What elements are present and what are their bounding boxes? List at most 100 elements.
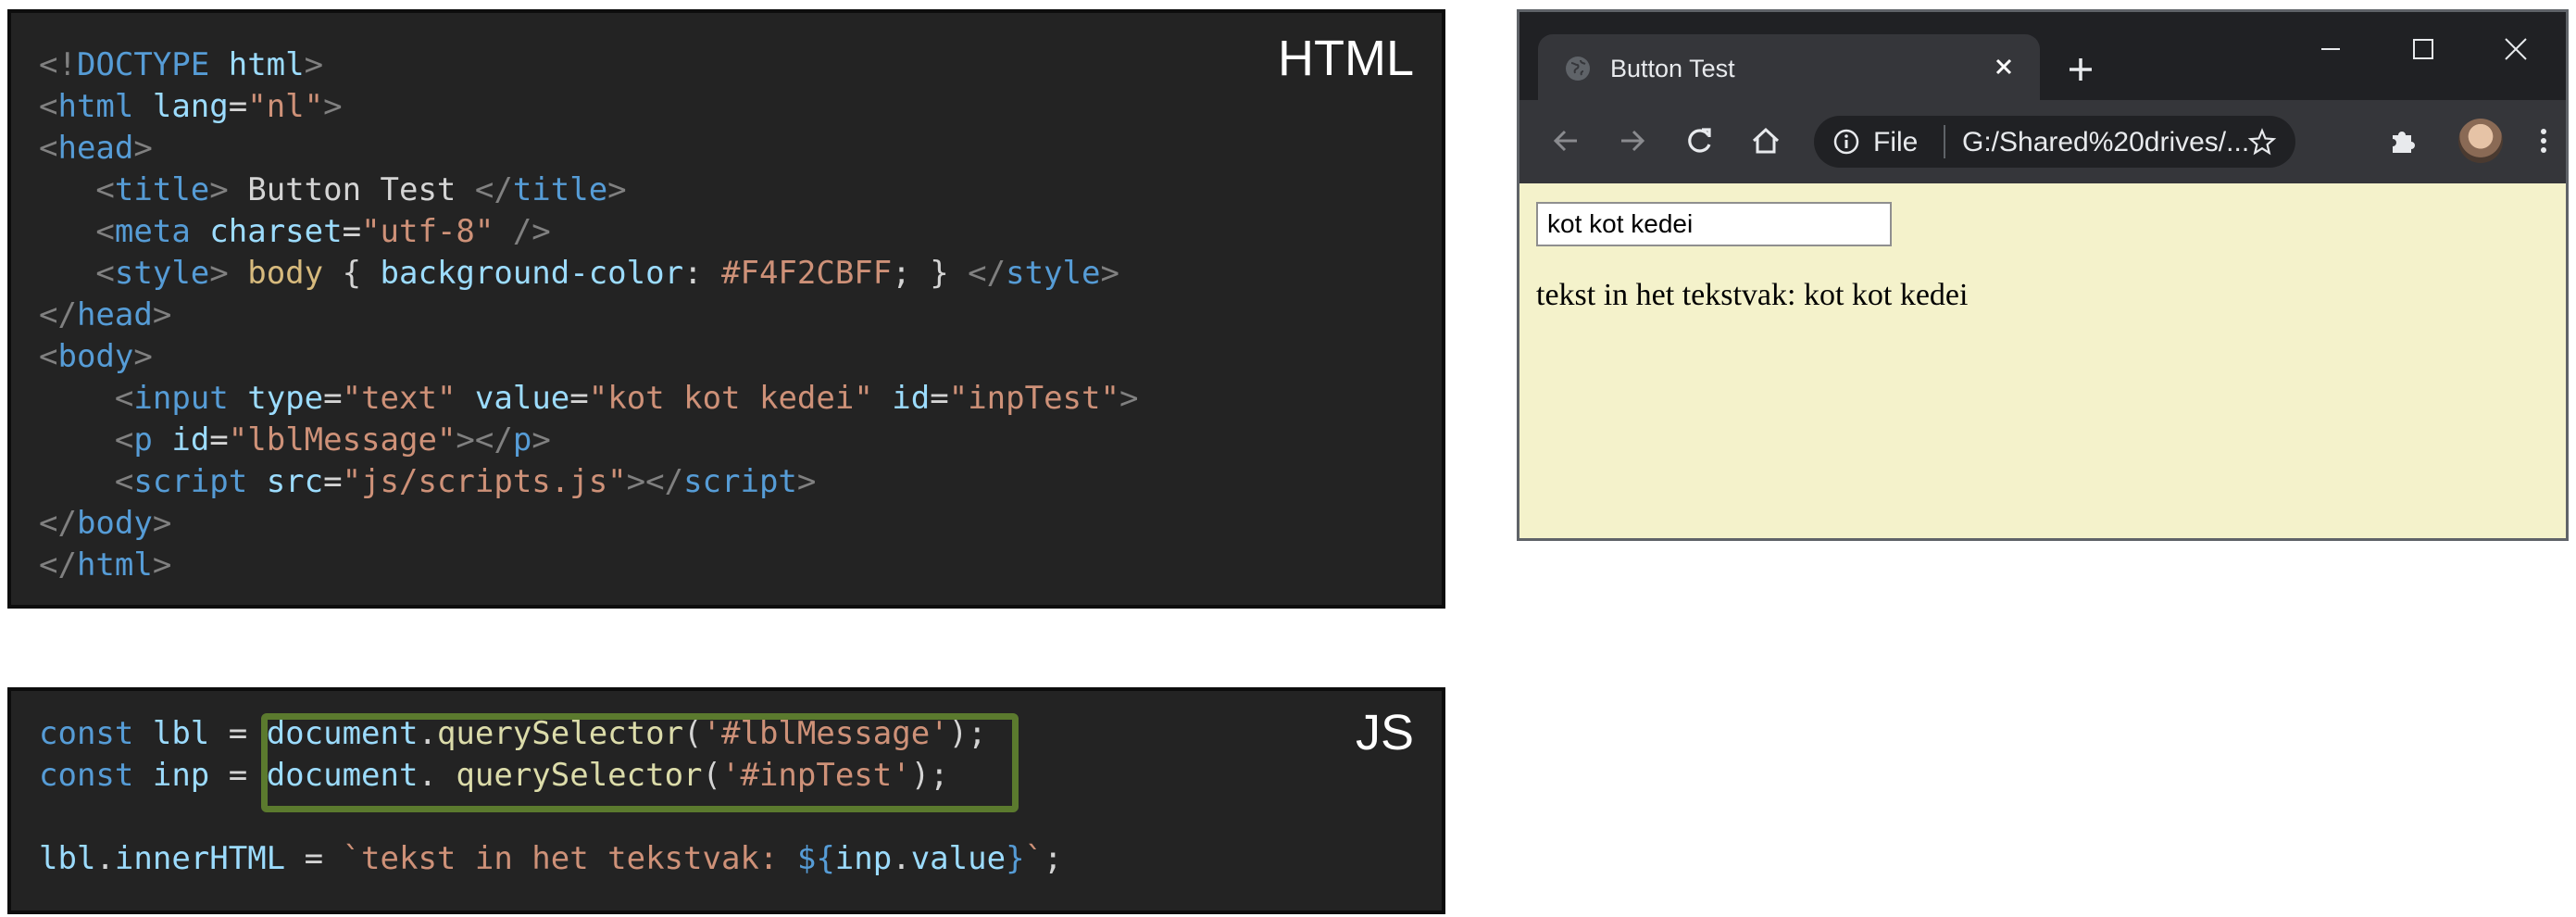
code-token: <	[95, 213, 115, 250]
close-icon[interactable]	[1990, 53, 2018, 81]
code-token: ></	[456, 421, 513, 458]
code-token: "js/scripts.js"	[342, 463, 627, 500]
code-token: lbl	[152, 715, 210, 752]
code-token: script	[133, 463, 248, 500]
code-token: <	[39, 88, 58, 125]
code-token: "lblMessage"	[228, 421, 456, 458]
code-token: <	[114, 421, 134, 458]
info-icon[interactable]	[1832, 128, 1860, 156]
reload-icon[interactable]	[1681, 122, 1718, 159]
html_panel-line: <style> body { background-color: #F4F2CB…	[39, 255, 1119, 292]
code-token: background-color	[380, 255, 684, 292]
code-token: body	[57, 338, 134, 375]
code-token: >	[1100, 255, 1119, 292]
code-token: ${	[796, 840, 835, 877]
code-token: value	[474, 380, 570, 417]
code-token: value	[910, 840, 1007, 877]
code-token: inp	[834, 840, 893, 877]
window-close-icon[interactable]	[2499, 32, 2532, 66]
code-token: >	[152, 505, 172, 542]
maximize-icon[interactable]	[2407, 32, 2440, 66]
code-token: '#lblMessage'	[702, 715, 949, 752]
code-token: </	[474, 171, 513, 208]
home-icon[interactable]	[1747, 122, 1784, 159]
code-token: <	[95, 255, 115, 292]
tab-button-test[interactable]: Button Test	[1538, 34, 2040, 100]
code-token: <	[39, 338, 58, 375]
message-label: tekst in het tekstvak: kot kot kedei	[1536, 278, 1969, 312]
code-token: >	[1119, 380, 1139, 417]
menu-icon[interactable]	[2525, 122, 2562, 159]
code-token: =	[323, 463, 343, 500]
code-token: >	[133, 338, 153, 375]
code-token: =	[228, 88, 248, 125]
code-token: );	[948, 715, 987, 752]
code-token: .	[418, 757, 456, 794]
js_panel-line: const lbl = document.querySelector('#lbl…	[39, 715, 987, 752]
code-token: =	[209, 757, 267, 794]
html_panel-line: <input type="text" value="kot kot kedei"…	[39, 380, 1139, 417]
code-token: html	[76, 546, 153, 584]
browser-window: Button Test File G:/Shared%20drives/... …	[1517, 9, 2569, 541]
code-token: >	[209, 255, 229, 292]
js_panel-line: const inp = document. querySelector('#in…	[39, 757, 949, 794]
js_panel-line: lbl.innerHTML = `tekst in het tekstvak: …	[39, 840, 1063, 877]
code-token: </	[39, 296, 77, 333]
extensions-icon[interactable]	[2384, 122, 2421, 159]
code-token: >	[152, 546, 172, 584]
forward-icon[interactable]	[1614, 122, 1651, 159]
code-token: =	[209, 421, 229, 458]
code-token: (	[702, 757, 721, 794]
omnibox-separator	[1944, 125, 1945, 158]
html-code-panel: HTML <!DOCTYPE html> <html lang="nl"> <h…	[7, 9, 1445, 609]
code-token: >	[796, 463, 817, 500]
code-token: `	[1024, 840, 1044, 877]
code-token: body	[76, 505, 153, 542]
code-token: "text"	[342, 380, 456, 417]
code-token: =	[930, 380, 949, 417]
code-token: style	[1006, 255, 1101, 292]
code-token: ;	[1044, 840, 1063, 877]
globe-icon	[1566, 57, 1590, 81]
code-token: ; }	[892, 255, 969, 292]
html_panel-line: </head>	[39, 296, 171, 333]
code-token: (	[683, 715, 703, 752]
code-token: '#inpTest'	[721, 757, 911, 794]
html_panel-line: </html>	[39, 546, 171, 584]
html_panel-line: <body>	[39, 338, 153, 375]
code-token: id	[171, 421, 210, 458]
browser-toolbar: File G:/Shared%20drives/...	[1519, 100, 2566, 183]
minimize-icon[interactable]	[2314, 32, 2347, 66]
code-token: title	[512, 171, 608, 208]
tab-bar: Button Test	[1519, 12, 2566, 100]
code-token: "utf-8"	[361, 213, 494, 250]
avatar[interactable]	[2458, 119, 2503, 163]
js-code-block: const lbl = document.querySelector('#lbl…	[39, 713, 1063, 880]
code-token: script	[683, 463, 797, 500]
js-panel-label: JS	[1355, 705, 1414, 760]
code-token: :	[683, 255, 722, 292]
html_panel-line: <p id="lblMessage"></p>	[39, 421, 551, 458]
address-bar[interactable]: File G:/Shared%20drives/...	[1814, 116, 2295, 168]
code-token: #F4F2CBFF	[721, 255, 893, 292]
text-input[interactable]	[1536, 202, 1892, 246]
star-icon[interactable]	[2247, 127, 2277, 157]
code-token: </	[968, 255, 1007, 292]
back-icon[interactable]	[1547, 122, 1584, 159]
code-token: body	[247, 255, 324, 292]
code-token: .	[418, 715, 437, 752]
code-token: >	[531, 421, 551, 458]
plus-icon[interactable]	[2064, 53, 2097, 86]
code-token: .	[892, 840, 911, 877]
